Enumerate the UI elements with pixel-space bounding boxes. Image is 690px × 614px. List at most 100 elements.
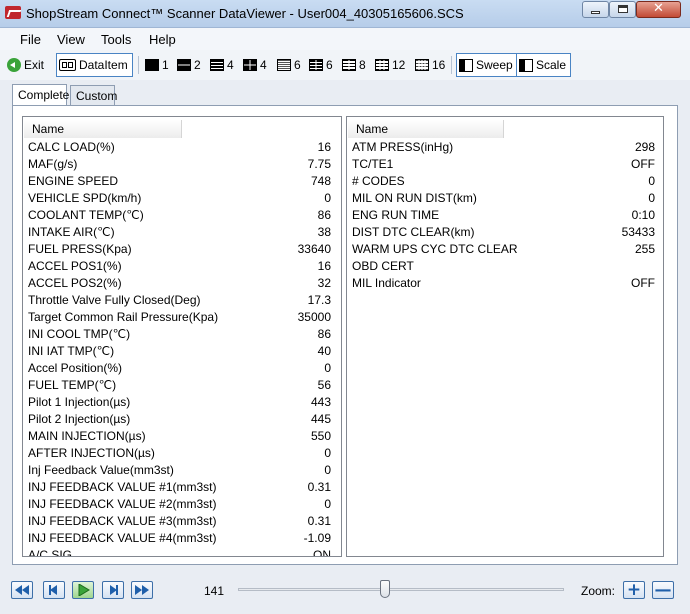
- data-row[interactable]: Accel Position(%) 0: [23, 360, 341, 377]
- data-row[interactable]: ENG RUN TIME 0:10: [347, 207, 663, 224]
- layout-8-button[interactable]: 8: [342, 53, 366, 77]
- data-row[interactable]: MAIN INJECTION(µs) 550: [23, 428, 341, 445]
- menu-help[interactable]: Help: [149, 32, 176, 47]
- step-forward-button[interactable]: [102, 581, 124, 599]
- data-row[interactable]: INTAKE AIR(℃) 38: [23, 224, 341, 241]
- data-row[interactable]: Pilot 1 Injection(µs) 443: [23, 394, 341, 411]
- data-row[interactable]: MIL Indicator OFF: [347, 275, 663, 292]
- zoom-out-button[interactable]: —: [652, 580, 674, 600]
- data-item-value: 56: [317, 378, 331, 392]
- layout-2-button[interactable]: 2: [177, 53, 201, 77]
- data-item-value: 38: [317, 225, 331, 239]
- data-item-name: ACCEL POS1(%): [28, 259, 122, 273]
- frame-slider-track[interactable]: [238, 588, 564, 591]
- minimize-button[interactable]: [582, 1, 609, 18]
- window-title: ShopStream Connect™ Scanner DataViewer -…: [26, 6, 464, 21]
- zoom-label: Zoom:: [581, 584, 616, 598]
- data-item-value: 40: [317, 344, 331, 358]
- data-item-name: ATM PRESS(inHg): [352, 140, 454, 154]
- menu-view[interactable]: View: [57, 32, 85, 47]
- data-row[interactable]: AFTER INJECTION(µs) 0: [23, 445, 341, 462]
- data-row[interactable]: VEHICLE SPD(km/h) 0: [23, 190, 341, 207]
- data-row[interactable]: OBD CERT: [347, 258, 663, 275]
- data-row[interactable]: TC/TE1 OFF: [347, 156, 663, 173]
- data-row[interactable]: FUEL PRESS(Kpa) 33640: [23, 241, 341, 258]
- data-row[interactable]: INI IAT TMP(℃) 40: [23, 343, 341, 360]
- layout-6-rows-icon: [277, 59, 291, 71]
- scale-button[interactable]: Scale: [516, 53, 572, 77]
- layout-4-grid-icon: [243, 59, 257, 71]
- data-row[interactable]: FUEL TEMP(℃) 56: [23, 377, 341, 394]
- data-row[interactable]: INJ FEEDBACK VALUE #3(mm3st) 0.31: [23, 513, 341, 530]
- layout-6-rows-label: 6: [294, 58, 301, 72]
- column-header-name[interactable]: Name: [348, 120, 504, 138]
- layout-4-grid-button[interactable]: 4: [243, 53, 267, 77]
- close-button[interactable]: ✕: [636, 1, 681, 18]
- data-row[interactable]: ACCEL POS2(%) 32: [23, 275, 341, 292]
- menu-tools[interactable]: Tools: [101, 32, 131, 47]
- tab-custom[interactable]: Custom: [70, 85, 117, 105]
- menu-file[interactable]: File: [20, 32, 41, 47]
- data-row[interactable]: ENGINE SPEED 748: [23, 173, 341, 190]
- layout-6-grid-button[interactable]: 6: [309, 53, 333, 77]
- frame-slider-thumb[interactable]: [380, 580, 390, 598]
- exit-button[interactable]: Exit: [7, 53, 44, 77]
- data-row[interactable]: Inj Feedback Value(mm3st) 0: [23, 462, 341, 479]
- data-item-value: 0: [324, 446, 331, 460]
- data-item-name: MAIN INJECTION(µs): [28, 429, 146, 443]
- data-item-value: 445: [310, 412, 331, 426]
- data-item-name: A/C SIG: [28, 548, 73, 557]
- zoom-in-button[interactable]: +: [623, 580, 645, 600]
- data-row[interactable]: INJ FEEDBACK VALUE #2(mm3st) 0: [23, 496, 341, 513]
- data-item-name: FUEL PRESS(Kpa): [28, 242, 132, 256]
- data-row[interactable]: INJ FEEDBACK VALUE #4(mm3st) -1.09: [23, 530, 341, 547]
- data-row[interactable]: INJ FEEDBACK VALUE #1(mm3st) 0.31: [23, 479, 341, 496]
- layout-4-rows-button[interactable]: 4: [210, 53, 234, 77]
- data-item-value: 0: [324, 361, 331, 375]
- data-item-name: MIL Indicator: [352, 276, 421, 290]
- data-item-value: 16: [317, 140, 331, 154]
- layout-16-button[interactable]: 16: [415, 53, 445, 77]
- data-item-value: 86: [317, 208, 331, 222]
- data-row[interactable]: ATM PRESS(inHg) 298: [347, 139, 663, 156]
- data-item-name: INJ FEEDBACK VALUE #1(mm3st): [28, 480, 217, 494]
- layout-12-icon: [375, 59, 389, 71]
- data-row[interactable]: ACCEL POS1(%) 16: [23, 258, 341, 275]
- data-item-name: ENG RUN TIME: [352, 208, 440, 222]
- data-row[interactable]: Pilot 2 Injection(µs) 445: [23, 411, 341, 428]
- skip-to-start-button[interactable]: [11, 581, 33, 599]
- data-row[interactable]: # CODES 0: [347, 173, 663, 190]
- data-row[interactable]: DIST DTC CLEAR(km) 53433: [347, 224, 663, 241]
- data-item-value: 0: [648, 191, 655, 205]
- tab-complete[interactable]: Complete: [12, 84, 69, 105]
- toolbar-divider: [138, 56, 139, 74]
- layout-6-grid-label: 6: [326, 58, 333, 72]
- data-item-name: # CODES: [352, 174, 405, 188]
- data-row[interactable]: CALC LOAD(%) 16: [23, 139, 341, 156]
- data-row[interactable]: A/C SIG ON: [23, 547, 341, 557]
- column-header-name[interactable]: Name: [24, 120, 182, 138]
- data-item-name: WARM UPS CYC DTC CLEAR: [352, 242, 518, 256]
- data-row[interactable]: MIL ON RUN DIST(km) 0: [347, 190, 663, 207]
- left-data-list[interactable]: Name CALC LOAD(%) 16 MAF(g/s) 7.75 ENGINE SP…: [22, 116, 342, 557]
- data-item-value: 298: [634, 140, 655, 154]
- data-row[interactable]: COOLANT TEMP(℃) 86: [23, 207, 341, 224]
- sweep-button[interactable]: Sweep: [456, 53, 518, 77]
- data-row[interactable]: Target Common Rail Pressure(Kpa) 35000: [23, 309, 341, 326]
- data-row[interactable]: MAF(g/s) 7.75: [23, 156, 341, 173]
- right-data-list[interactable]: Name ATM PRESS(inHg) 298 TC/TE1 OFF # CODES 0…: [346, 116, 664, 557]
- maximize-button[interactable]: [609, 1, 636, 18]
- layout-6-rows-button[interactable]: 6: [277, 53, 301, 77]
- data-row[interactable]: Throttle Valve Fully Closed(Deg) 17.3: [23, 292, 341, 309]
- layout-12-button[interactable]: 12: [375, 53, 405, 77]
- step-back-icon: [49, 585, 57, 595]
- dataitem-button[interactable]: DataItem: [56, 53, 133, 77]
- layout-1-button[interactable]: 1: [145, 53, 169, 77]
- data-row[interactable]: INI COOL TMP(℃) 86: [23, 326, 341, 343]
- step-back-button[interactable]: [43, 581, 65, 599]
- data-item-name: INI IAT TMP(℃): [28, 344, 115, 358]
- data-row[interactable]: WARM UPS CYC DTC CLEAR 255: [347, 241, 663, 258]
- skip-to-end-button[interactable]: [131, 581, 153, 599]
- play-button[interactable]: [72, 581, 94, 599]
- title-bar: ShopStream Connect™ Scanner DataViewer -…: [0, 0, 690, 28]
